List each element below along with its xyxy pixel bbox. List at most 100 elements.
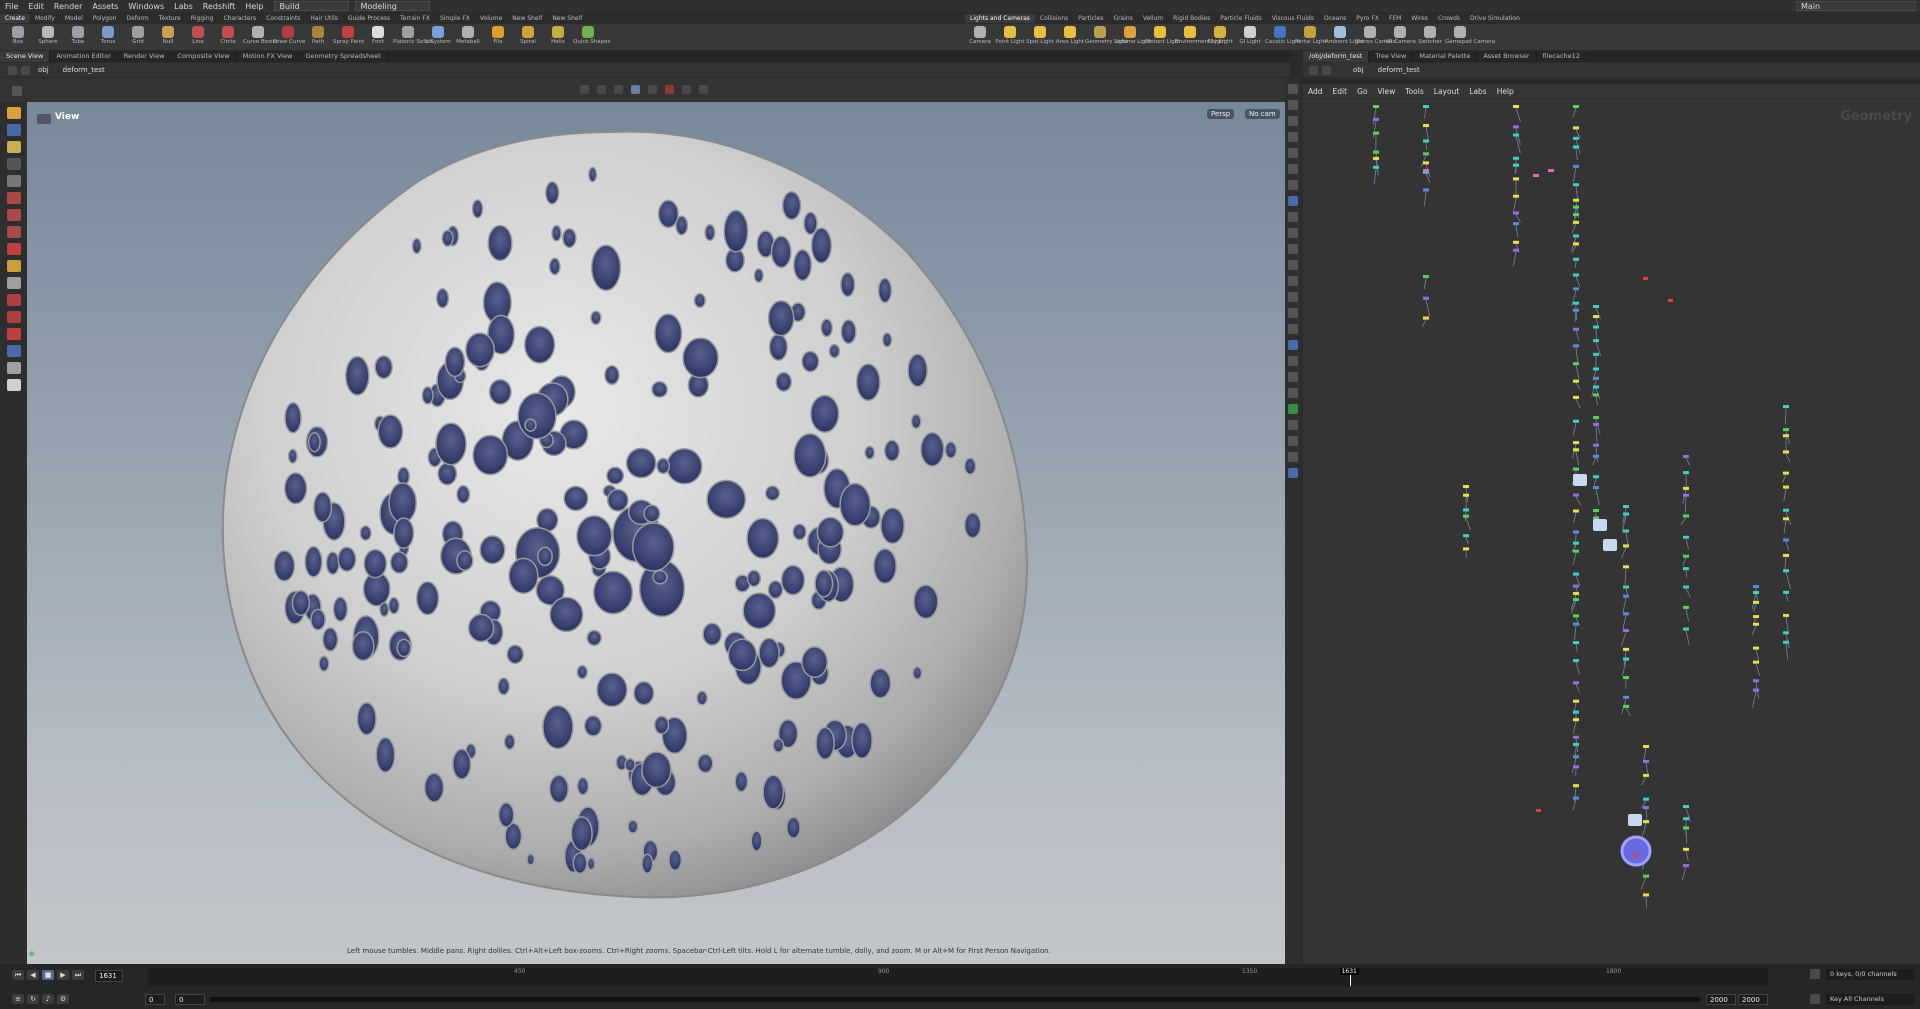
network-node[interactable] [1573, 105, 1579, 108]
network-node[interactable] [1593, 376, 1599, 380]
display-option-icon[interactable] [1288, 372, 1298, 382]
network-node[interactable] [1536, 809, 1541, 812]
network-node[interactable] [1513, 222, 1519, 226]
network-node[interactable] [1683, 605, 1689, 609]
back-arrow-icon[interactable] [8, 65, 17, 75]
network-node[interactable] [1513, 211, 1519, 215]
network-node[interactable] [1423, 316, 1429, 320]
shelf-tool[interactable]: Ambient Light [1325, 24, 1364, 45]
network-node[interactable] [1783, 613, 1789, 617]
network-node[interactable] [1683, 493, 1689, 497]
network-node[interactable] [1573, 718, 1579, 722]
network-node[interactable] [1573, 327, 1579, 331]
audio-toggle[interactable]: ♪ [42, 994, 54, 1004]
network-node[interactable] [1573, 592, 1579, 596]
network-node[interactable] [1513, 163, 1519, 167]
shelf-tab[interactable]: Rigid Bodies [1168, 14, 1215, 23]
network-node[interactable] [1593, 305, 1599, 308]
network-node[interactable] [1683, 554, 1689, 558]
shelf-tool[interactable]: Quick Shapes [573, 24, 610, 45]
shelf-tool[interactable]: Point Light [995, 24, 1025, 45]
shelf-tool[interactable]: Sphere [33, 24, 63, 45]
shelf-tool[interactable]: Distant Light [1145, 24, 1180, 45]
network-node[interactable] [1573, 448, 1579, 452]
snap-icon[interactable] [580, 85, 589, 94]
pane-tab[interactable]: Asset Browser [1477, 51, 1537, 62]
network-node[interactable] [1683, 514, 1689, 518]
shelf-tab[interactable]: Particles [1073, 14, 1108, 23]
network-node[interactable] [1683, 826, 1689, 830]
network-node[interactable] [1573, 755, 1579, 759]
shelf-tab[interactable]: FEM [1384, 14, 1406, 23]
network-node[interactable] [1573, 362, 1579, 366]
network-node[interactable] [1623, 585, 1629, 589]
network-node[interactable] [1573, 344, 1579, 348]
shelf-tool[interactable]: Path [303, 24, 333, 45]
network-node[interactable] [1623, 529, 1629, 533]
shelf-tool[interactable]: Gamepad Camera [1445, 24, 1495, 45]
key-icon[interactable] [1810, 994, 1820, 1004]
current-frame-field[interactable]: 1631 [95, 970, 123, 982]
shelf-tab[interactable]: Characters [218, 14, 261, 23]
shelf-tool[interactable]: Environment Light [1175, 24, 1226, 45]
network-node[interactable] [1463, 508, 1469, 512]
snap-icon[interactable] [614, 85, 623, 94]
shelf-tab[interactable]: Terrain FX [395, 14, 435, 23]
network-node[interactable] [1683, 585, 1689, 589]
menu-labs[interactable]: Labs [169, 2, 198, 11]
key-all-channels-dropdown[interactable]: Key All Channels [1826, 994, 1914, 1005]
network-node[interactable] [1573, 220, 1579, 224]
display-option-icon[interactable] [1288, 420, 1298, 430]
network-node[interactable] [1513, 177, 1519, 181]
shelf-tab[interactable]: Constraints [261, 14, 305, 23]
transform-tool-icon[interactable] [6, 124, 21, 136]
network-node[interactable] [1573, 136, 1579, 140]
shelf-tab[interactable]: Rigging [186, 14, 219, 23]
network-menu-edit[interactable]: Edit [1328, 87, 1353, 96]
camera-icon[interactable] [682, 85, 691, 94]
network-menu-help[interactable]: Help [1492, 87, 1519, 96]
network-node[interactable] [1683, 817, 1689, 821]
shelf-tool[interactable]: Geometry Light [1085, 24, 1128, 45]
network-menu-layout[interactable]: Layout [1429, 87, 1465, 96]
network-node[interactable] [1513, 194, 1519, 198]
shelf-tool[interactable]: File [483, 24, 513, 45]
camera-tool-icon[interactable] [6, 379, 21, 391]
network-editor[interactable]: Geometry [1303, 99, 1920, 964]
network-node[interactable] [1668, 299, 1673, 302]
network-node[interactable] [1423, 139, 1429, 143]
network-node[interactable] [1513, 240, 1519, 244]
shelf-tool[interactable]: Metaball [453, 24, 483, 45]
network-node[interactable] [1573, 474, 1587, 486]
play-button[interactable]: ▶ [57, 970, 69, 980]
network-node[interactable] [1593, 443, 1599, 447]
network-node[interactable] [1623, 695, 1629, 699]
network-node[interactable] [1373, 131, 1379, 135]
shelf-tool[interactable]: Volume Light [1115, 24, 1151, 45]
network-node[interactable] [1683, 535, 1689, 539]
grid-handle-icon[interactable] [12, 86, 22, 96]
end-frame2-field[interactable]: 2000 [1738, 994, 1768, 1005]
network-node[interactable] [1573, 205, 1579, 209]
display-option-icon[interactable] [1288, 308, 1298, 318]
network-node[interactable] [1683, 627, 1689, 631]
pane-tab[interactable]: filecache12 [1537, 51, 1587, 62]
pose-tool-icon[interactable] [6, 158, 21, 170]
forward-arrow-icon[interactable] [21, 65, 30, 75]
shelf-tab[interactable]: Viscous Fluids [1267, 14, 1319, 23]
network-node[interactable] [1643, 893, 1649, 897]
shelf-tool[interactable]: Portal Light [1295, 24, 1326, 45]
snap-tool-icon[interactable] [6, 277, 21, 289]
network-menu-add[interactable]: Add [1303, 87, 1328, 96]
network-node[interactable] [1463, 485, 1469, 488]
network-node[interactable] [1623, 594, 1629, 598]
network-node[interactable] [1643, 874, 1649, 878]
network-node[interactable] [1463, 534, 1469, 538]
shelf-tab[interactable]: Deform [121, 14, 153, 23]
network-node[interactable] [1463, 514, 1469, 518]
network-node[interactable] [1783, 640, 1789, 644]
network-node[interactable] [1573, 198, 1579, 202]
network-node[interactable] [1753, 688, 1759, 692]
shelf-tab[interactable]: New Shelf [547, 14, 587, 23]
shelf-tool[interactable]: Tube [63, 24, 93, 45]
